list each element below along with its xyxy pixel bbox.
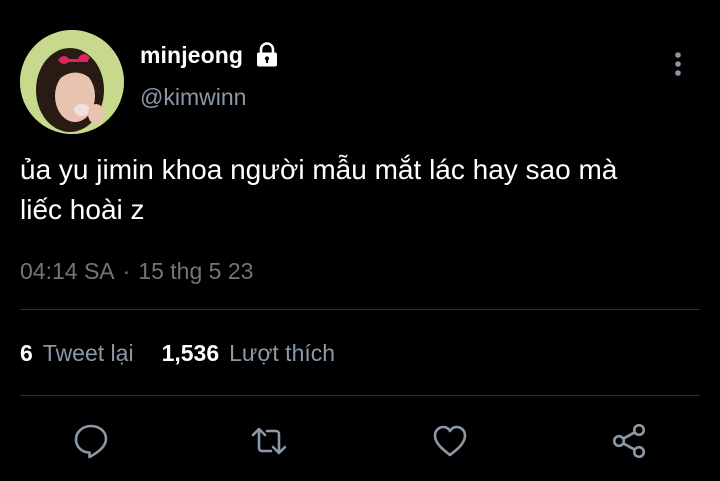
tweet-text: ủa yu jimin khoa người mẫu mắt lác hay s… <box>20 150 710 230</box>
like-count: 1,536 <box>161 339 220 366</box>
more-vertical-icon[interactable] <box>666 50 690 78</box>
heart-icon <box>433 425 467 457</box>
retweet-button[interactable] <box>246 418 292 464</box>
tweet-text-line-1: ủa yu jimin khoa người mẫu mắt lác hay s… <box>20 154 618 185</box>
avatar[interactable] <box>20 30 124 134</box>
user-handle[interactable]: @kimwinn <box>140 84 246 111</box>
share-button[interactable] <box>606 418 652 464</box>
tweet-detail: minjeong @kimwinn ủa yu jimin khoa người… <box>0 0 720 481</box>
divider-top <box>20 309 700 310</box>
retweet-stat[interactable]: 6 Tweet lại <box>20 340 134 367</box>
retweet-label: Tweet lại <box>42 339 134 366</box>
avatar-image <box>20 30 124 134</box>
tweet-text-line-2: liếc hoài z <box>20 194 145 225</box>
reply-button[interactable] <box>68 418 114 464</box>
display-name[interactable]: minjeong <box>140 42 243 69</box>
author-row: minjeong <box>140 40 279 70</box>
like-label: Lượt thích <box>229 339 336 366</box>
lock-icon <box>255 42 279 68</box>
retweet-icon <box>251 427 287 455</box>
like-button[interactable] <box>427 418 473 464</box>
reply-icon <box>74 424 108 459</box>
tweet-stats: 6 Tweet lại 1,536 Lượt thích <box>20 338 335 368</box>
tweet-timestamp: 04:14 SA · 15 thg 5 23 <box>20 256 253 286</box>
divider-bottom <box>20 395 700 396</box>
meta-separator: · <box>122 257 131 284</box>
retweet-count: 6 <box>20 339 33 366</box>
tweet-date[interactable]: 15 thg 5 23 <box>138 258 253 285</box>
action-bar <box>0 418 720 468</box>
share-icon <box>612 423 646 459</box>
tweet-time[interactable]: 04:14 SA <box>20 258 115 285</box>
like-stat[interactable]: 1,536 Lượt thích <box>162 340 335 367</box>
